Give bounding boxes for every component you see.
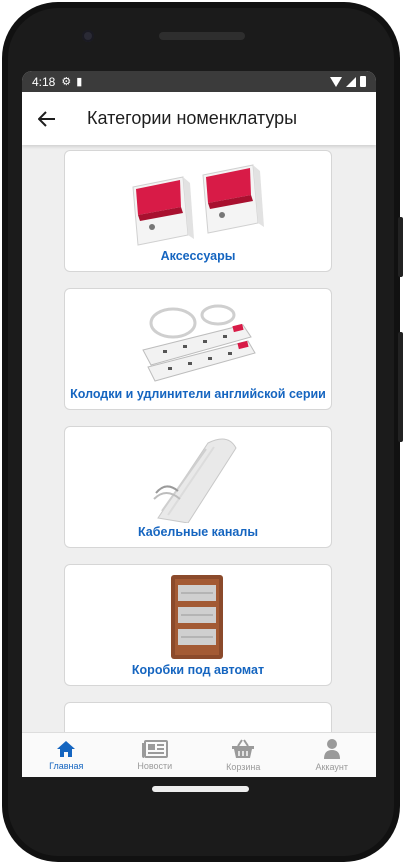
power-button [398, 217, 403, 277]
breaker-box-image [65, 571, 331, 661]
basket-icon [232, 738, 255, 758]
app-bar: Категории номенклатуры [22, 92, 376, 145]
category-card-accessories[interactable]: Аксессуары [64, 150, 332, 272]
category-label: Аксессуары [160, 249, 236, 263]
page-title: Категории номенклатуры [87, 108, 298, 128]
bottom-navigation: Главная Новости Корзина Аккаунт [22, 732, 376, 777]
sd-card-status-icon: ▮ [76, 76, 83, 88]
home-icon [57, 740, 76, 757]
speaker-grille [159, 32, 245, 40]
newspaper-icon [141, 739, 168, 758]
tab-home[interactable]: Главная [22, 733, 111, 777]
tab-news[interactable]: Новости [111, 733, 200, 777]
tab-cart[interactable]: Корзина [199, 733, 288, 777]
battery-icon [360, 76, 366, 87]
person-icon [323, 738, 340, 759]
tab-label: Главная [49, 760, 84, 771]
category-card-partial[interactable] [64, 702, 332, 733]
tab-account[interactable]: Аккаунт [288, 733, 377, 777]
tab-label: Новости [137, 760, 173, 771]
category-list[interactable]: Аксессуары Колодки и удлинители английск… [22, 145, 376, 733]
chin-bar [152, 786, 249, 792]
tab-label: Корзина [226, 761, 261, 772]
category-card-breaker-boxes[interactable]: Коробки под автомат [64, 564, 332, 686]
category-card-extension-cords[interactable]: Колодки и удлинители английской серии [64, 288, 332, 410]
front-camera [82, 30, 94, 42]
category-label: Коробки под автомат [131, 663, 265, 677]
extension-cord-image [65, 295, 331, 385]
volume-button [398, 332, 403, 442]
cable-channel-image [65, 433, 331, 523]
partial-item-image [65, 709, 331, 733]
tab-label: Аккаунт [315, 761, 349, 772]
screen: 4:18 ⚙ ▮ Категории номенклатуры Аксессуа… [22, 71, 376, 777]
wifi-icon [330, 76, 342, 87]
status-time: 4:18 [32, 74, 56, 89]
status-bar: 4:18 ⚙ ▮ [22, 71, 376, 92]
back-button[interactable] [22, 92, 72, 145]
category-label: Кабельные каналы [137, 525, 258, 539]
settings-status-icon: ⚙ [61, 76, 72, 88]
category-card-cable-channels[interactable]: Кабельные каналы [64, 426, 332, 548]
arrow-left-icon [38, 110, 55, 127]
rocker-switch-image [65, 157, 331, 247]
category-label: Колодки и удлинители английской серии [70, 387, 326, 401]
cellular-icon [346, 76, 356, 87]
